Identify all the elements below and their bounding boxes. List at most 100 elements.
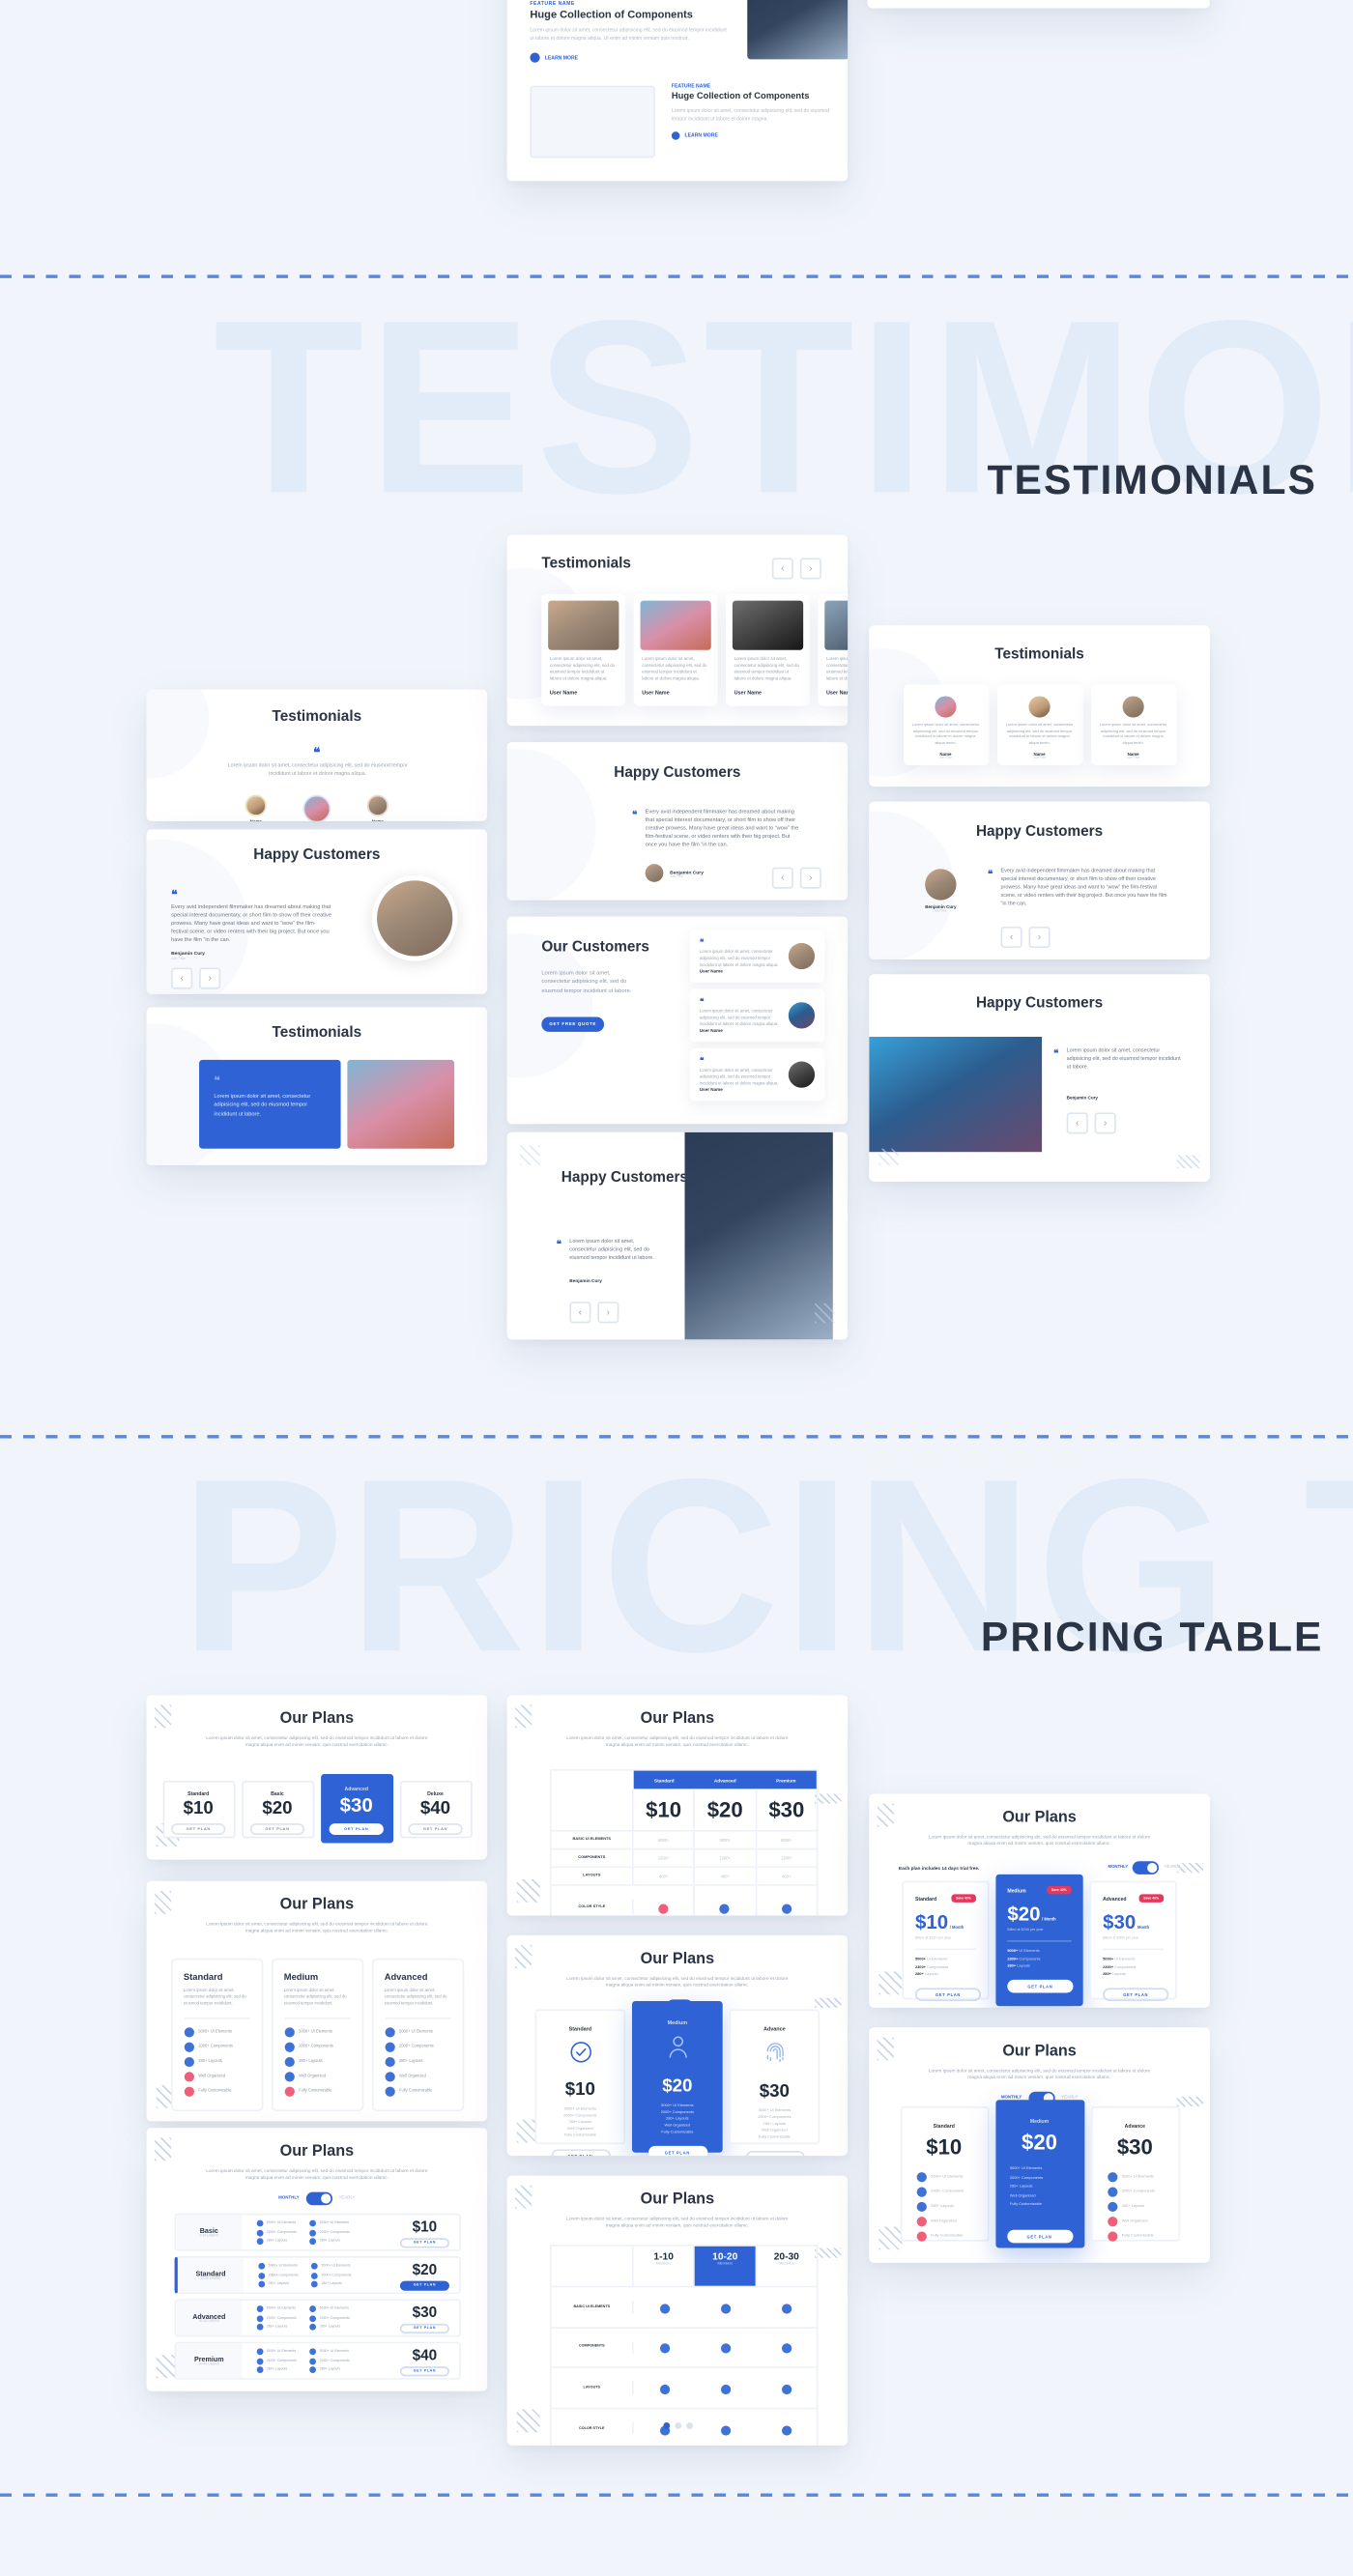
carousel-prev-button[interactable]: ‹ <box>771 558 793 580</box>
check-icon <box>256 2219 264 2227</box>
get-plan-button[interactable]: GET PLAN <box>648 2145 707 2157</box>
row-value: 1200+ <box>781 1855 792 1861</box>
dot[interactable] <box>685 2422 693 2429</box>
plan-box[interactable]: Standard $10 GET PLAN <box>161 1780 235 1839</box>
dot[interactable] <box>674 2422 681 2429</box>
icon-plan-card-featured[interactable]: Medium $20 5000+ UI Elements 2000+ Compo… <box>632 2001 723 2157</box>
feature-label: 2000+ Components <box>660 2111 694 2115</box>
testimonial-photo-card: Lorem ipsum dolor sit amet, consectetur … <box>818 593 849 706</box>
pricing-subtitle: Lorem ipsum dolor sit amet, consectetur … <box>206 1920 428 1934</box>
carousel-next-button[interactable]: › <box>1028 926 1051 949</box>
check-icon <box>309 2219 317 2227</box>
feature-label: 2000+ Components <box>1009 2176 1044 2180</box>
billing-yearly-label[interactable]: YEARLY <box>338 2195 355 2200</box>
get-plan-button[interactable]: GET PLAN <box>249 1823 305 1836</box>
cross-icon <box>1107 2217 1117 2227</box>
carousel-next-button[interactable]: › <box>799 558 821 580</box>
trial-plan-card[interactable]: Standard Save 40% $10 / Month Billed at … <box>902 1880 990 2002</box>
get-plan-button[interactable]: GET PLAN <box>914 1988 982 2002</box>
feature-plan-card[interactable]: Medium Lorem ipsum dolor sit amet, conse… <box>271 1958 363 2112</box>
carousel-prev-button[interactable]: ‹ <box>771 867 793 889</box>
dot-active[interactable] <box>662 2422 670 2429</box>
feature-row: 5000+ UI Elements <box>309 2219 350 2227</box>
carousel-prev-button[interactable]: ‹ <box>1000 926 1022 949</box>
tier-row[interactable]: Basic 0-10 USERS 5000+ UI Elements 2000+… <box>174 2213 461 2251</box>
simple-plan-card[interactable]: Advance $30 5000+ UI Elements 2000+ Comp… <box>1090 2106 1180 2242</box>
get-plan-button[interactable]: GET PLAN <box>1103 1988 1169 2002</box>
carousel-next-button[interactable]: › <box>1094 1112 1116 1134</box>
billed-note: Billed at $120 per year <box>914 1936 952 1941</box>
get-plan-button[interactable]: GET PLAN <box>171 1823 226 1836</box>
carousel-next-button[interactable]: › <box>799 867 821 889</box>
feature-row: 280+ Layouts <box>309 2323 350 2331</box>
tier-name: Advanced <box>192 2311 226 2321</box>
billed-note: Billed at $360 per year <box>1103 1936 1139 1941</box>
feature-plan-card[interactable]: Advanced Lorem ipsum dolor sit amet, con… <box>371 1958 464 2112</box>
plan-name: Deluxe <box>427 1790 444 1797</box>
plan-name: Medium <box>283 1973 319 1984</box>
feature-row: 5000+ UI Elements <box>256 2219 297 2227</box>
feature-label: Well Organized <box>567 2128 593 2132</box>
plan-box[interactable]: Deluxe $40 GET PLAN <box>399 1780 472 1839</box>
billing-toggle[interactable] <box>305 2191 332 2205</box>
model-photo <box>684 1131 833 1340</box>
feature-plan-card[interactable]: Standard Lorem ipsum dolor sit amet, con… <box>170 1958 263 2112</box>
feature-label: Fully Customizable <box>758 2135 791 2140</box>
icon-plan-card[interactable]: Advance $30 5000+ UI Elements 2000+ Comp… <box>729 2009 820 2157</box>
avatar <box>788 1061 816 1088</box>
billing-toggle[interactable] <box>1133 1860 1160 1875</box>
icon-plan-card[interactable]: Standard $10 5000+ UI Elements 2000+ Com… <box>534 2009 626 2157</box>
tier-row[interactable]: Advanced 20-30 USERS 5000+ UI Elements 2… <box>174 2299 461 2337</box>
author-name: Benjamin Cury <box>1066 1096 1098 1102</box>
author-role: Job Title <box>934 909 947 914</box>
members-column-header-featured[interactable]: 10-20 Members <box>695 2246 756 2286</box>
trial-plan-card-featured[interactable]: Medium Save 40% $20 / Month Billed at $2… <box>995 1874 1083 2007</box>
plan-box[interactable]: Basic $20 GET PLAN <box>241 1780 314 1839</box>
feature-row: 5000+ UI Elements <box>384 2026 450 2037</box>
billing-monthly-label[interactable]: MONTHLY <box>1108 1865 1129 1870</box>
plan-price: $10 <box>914 1910 949 1934</box>
feature-row: 2000+ Components <box>256 2314 297 2322</box>
members-column-header[interactable]: 20-30 Members <box>755 2246 817 2286</box>
get-plan-button[interactable]: GET PLAN <box>1006 2229 1073 2244</box>
get-plan-button[interactable]: GET PLAN <box>1007 1979 1074 1993</box>
get-plan-button[interactable]: GET PLAN <box>399 2365 449 2376</box>
mini-quote-text: Lorem ipsum dolor sit amet, consectetur … <box>699 1068 779 1086</box>
get-free-quote-button[interactable]: GET FREE QUOTE <box>541 1016 605 1032</box>
feature-row: 5000+ UI Elements <box>311 2262 351 2270</box>
plan-price: $10 <box>184 2105 216 2109</box>
carousel-next-button[interactable]: › <box>199 967 221 989</box>
tier-row[interactable]: Standard 10-20 USERS 5000+ UI Elements 2… <box>174 2256 461 2295</box>
check-icon <box>283 2056 295 2067</box>
plan-name: Standard <box>914 1895 937 1903</box>
get-plan-button[interactable]: GET PLAN <box>329 1823 384 1836</box>
members-column-header[interactable]: 1-10 Members <box>634 2246 696 2286</box>
mini-card-role: Job Title <box>1032 757 1047 761</box>
simple-plan-card[interactable]: Standard $10 5000+ UI Elements 2000+ Com… <box>899 2106 989 2242</box>
quote-icon: ❝ <box>699 997 705 1008</box>
get-plan-button[interactable]: GET PLAN <box>399 2323 449 2333</box>
tier-name: Premium <box>194 2355 224 2363</box>
avatar-name: Name <box>245 819 267 821</box>
get-plan-button[interactable]: GET PLAN <box>744 2151 804 2157</box>
carousel-next-button[interactable]: › <box>597 1302 619 1324</box>
feature-row: 2000+ Components <box>256 2228 297 2236</box>
get-plan-button[interactable]: GET PLAN <box>550 2149 611 2157</box>
mini-quote-card: ❝ Lorem ipsum dolor sit amet, consectetu… <box>689 988 825 1043</box>
row-value: 400+ <box>695 1868 757 1885</box>
check-icon <box>183 2026 194 2037</box>
get-plan-button[interactable]: GET PLAN <box>408 1823 463 1836</box>
feature-row: 5000+ UI Elements <box>915 2172 972 2183</box>
trial-note: Each plan includes 14 days trial free. <box>898 1864 980 1871</box>
trial-plan-card[interactable]: Advanced Save 40% $30 Month Billed at $3… <box>1089 1880 1177 2002</box>
feature-label: 5000+ UI Elements <box>563 2107 597 2112</box>
billing-monthly-label[interactable]: MONTHLY <box>278 2195 299 2200</box>
get-plan-button[interactable]: GET PLAN <box>399 2279 449 2290</box>
get-plan-button[interactable]: GET PLAN <box>399 2237 449 2247</box>
plan-box-featured[interactable]: Advanced $30 GET PLAN <box>320 1774 393 1844</box>
tier-row[interactable]: Premium 30-40 USERS 5000+ UI Elements 20… <box>174 2341 461 2380</box>
carousel-prev-button[interactable]: ‹ <box>171 967 193 989</box>
carousel-prev-button[interactable]: ‹ <box>1066 1112 1088 1134</box>
simple-plan-card-featured[interactable]: Medium $20 5000+ UI Elements 2000+ Compo… <box>994 2100 1084 2248</box>
carousel-prev-button[interactable]: ‹ <box>569 1302 591 1324</box>
